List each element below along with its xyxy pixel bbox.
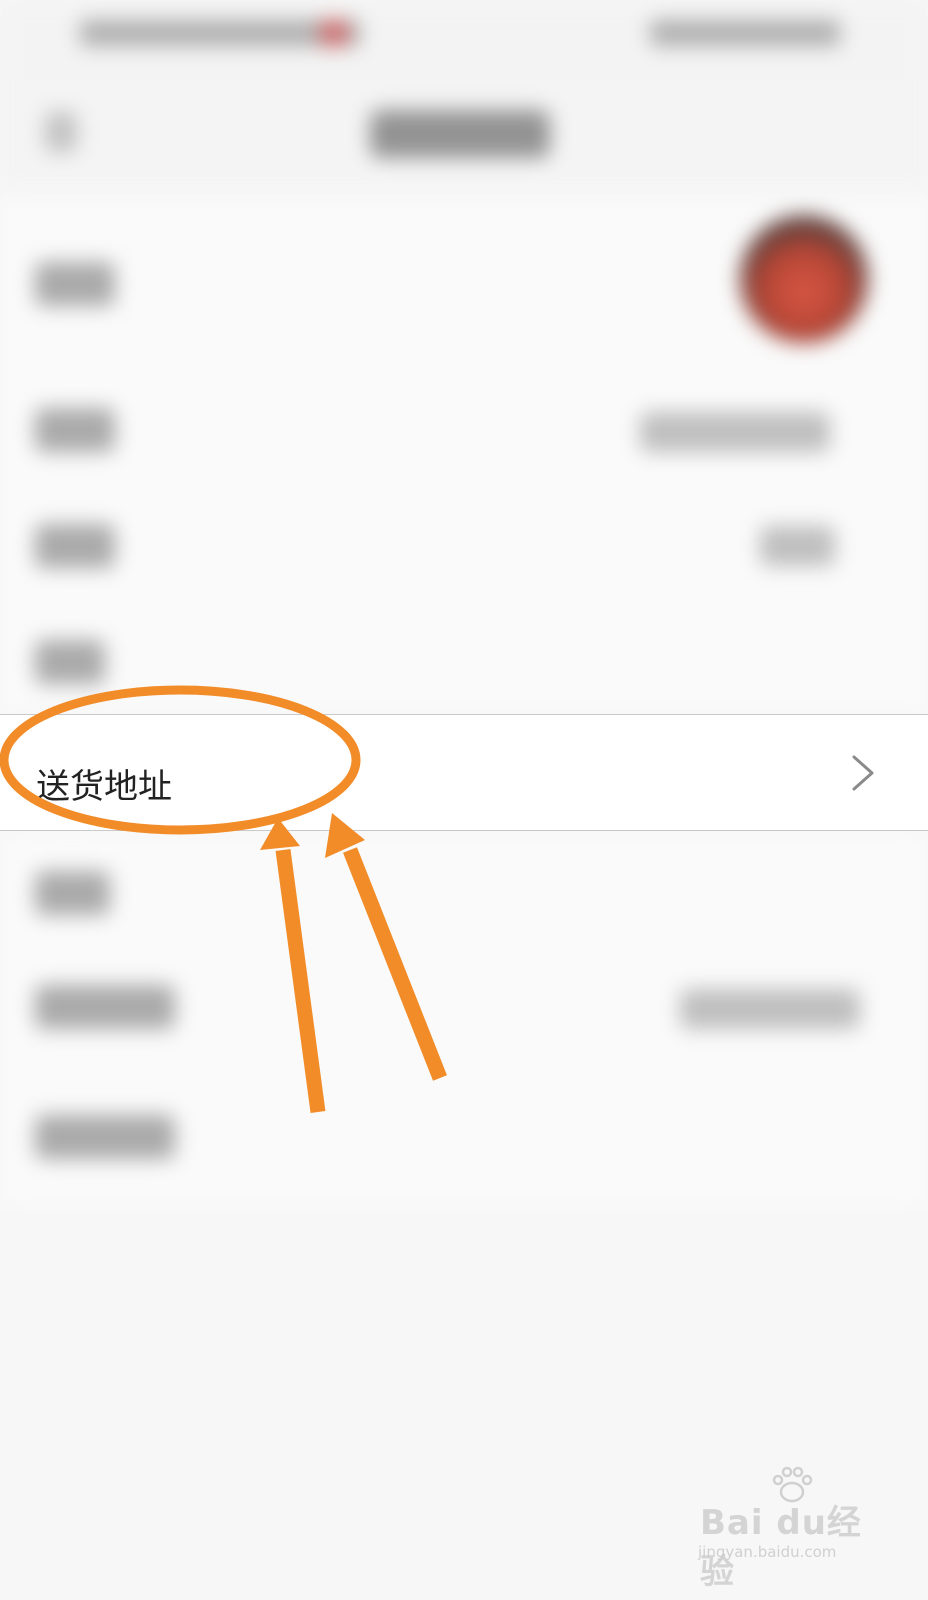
- status-bar-indicator: [320, 20, 348, 46]
- status-bar: [0, 0, 928, 80]
- bottom-row[interactable]: [0, 1065, 928, 1205]
- gender-row[interactable]: [0, 490, 928, 600]
- chevron-right-icon: [852, 755, 874, 791]
- lower-row-label: [35, 871, 110, 915]
- delivery-address-row[interactable]: 送货地址: [0, 715, 928, 830]
- lower-row[interactable]: [0, 835, 928, 945]
- avatar-row-label: [35, 262, 115, 306]
- status-bar-right: [650, 20, 840, 46]
- name-row[interactable]: [0, 370, 928, 490]
- name-row-label: [35, 408, 115, 452]
- upper-row[interactable]: [0, 600, 928, 710]
- divider-bottom: [0, 830, 928, 831]
- page-title: [370, 110, 550, 158]
- top-nav-bar: [0, 80, 928, 190]
- back-arrow-icon[interactable]: [45, 112, 77, 152]
- delivery-address-label: 送货地址: [36, 767, 172, 807]
- gender-row-label: [35, 524, 115, 568]
- baidu-jingyan-watermark: Bai du经验 jingyan.baidu.com: [690, 1465, 880, 1592]
- bottom-row-label: [35, 1115, 175, 1159]
- status-bar-left: [80, 20, 360, 46]
- profile-settings-screen: 送货地址 Bai du经验 jingyan.baidu.com: [0, 0, 928, 1600]
- upper-row-label: [35, 640, 105, 684]
- gender-row-value: [760, 526, 835, 566]
- watermark-url: jingyan.baidu.com: [698, 1543, 837, 1561]
- name-row-value: [640, 412, 830, 452]
- account-row[interactable]: [0, 945, 928, 1065]
- account-row-label: [35, 985, 175, 1029]
- account-row-value: [680, 989, 860, 1029]
- avatar[interactable]: [740, 215, 868, 343]
